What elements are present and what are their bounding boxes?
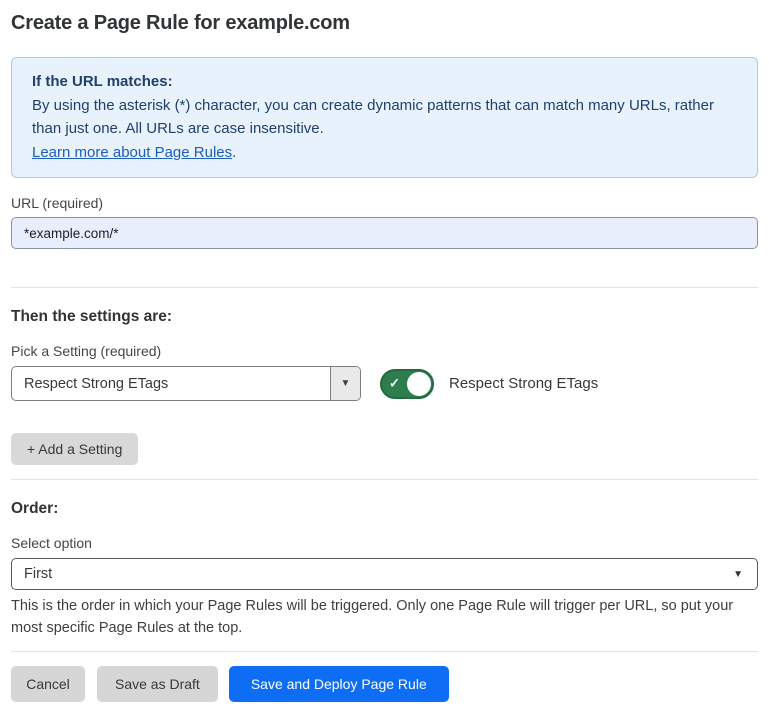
page-title: Create a Page Rule for example.com xyxy=(11,12,758,35)
order-section-heading: Order: xyxy=(11,500,758,518)
url-input[interactable] xyxy=(11,217,758,249)
toggle-knob xyxy=(407,372,431,396)
save-and-deploy-button[interactable]: Save and Deploy Page Rule xyxy=(229,666,449,702)
info-box-heading: If the URL matches: xyxy=(32,70,737,94)
cancel-button[interactable]: Cancel xyxy=(11,666,85,702)
learn-more-link[interactable]: Learn more about Page Rules xyxy=(32,144,232,161)
setting-select-value: Respect Strong ETags xyxy=(12,367,330,400)
setting-select-arrow-button[interactable]: ▼ xyxy=(330,367,360,400)
setting-select[interactable]: Respect Strong ETags ▼ xyxy=(11,366,361,401)
setting-picker-label: Pick a Setting (required) xyxy=(11,343,758,359)
add-setting-button[interactable]: + Add a Setting xyxy=(11,433,138,465)
save-as-draft-button[interactable]: Save as Draft xyxy=(97,666,218,702)
info-box-link-line: Learn more about Page Rules. xyxy=(32,141,737,165)
divider xyxy=(11,479,758,480)
order-select-label: Select option xyxy=(11,535,758,551)
check-icon: ✓ xyxy=(389,375,400,391)
link-period: . xyxy=(232,144,236,161)
order-select-value: First xyxy=(24,566,733,582)
footer-actions: Cancel Save as Draft Save and Deploy Pag… xyxy=(11,666,758,702)
setting-toggle[interactable]: ✓ xyxy=(380,369,434,399)
chevron-down-icon: ▼ xyxy=(733,569,743,580)
chevron-down-icon: ▼ xyxy=(341,378,351,389)
page-rule-form: Create a Page Rule for example.com If th… xyxy=(0,12,769,702)
divider xyxy=(11,287,758,288)
divider xyxy=(11,651,758,652)
setting-toggle-label: Respect Strong ETags xyxy=(449,375,598,392)
url-field-label: URL (required) xyxy=(11,195,758,211)
setting-toggle-wrap: ✓ Respect Strong ETags xyxy=(380,369,598,399)
settings-section-heading: Then the settings are: xyxy=(11,308,758,326)
url-match-info-box: If the URL matches: By using the asteris… xyxy=(11,57,758,178)
order-select[interactable]: First ▼ xyxy=(11,558,758,590)
setting-row: Respect Strong ETags ▼ ✓ Respect Strong … xyxy=(11,366,758,401)
order-help-text: This is the order in which your Page Rul… xyxy=(11,596,751,639)
info-box-body: By using the asterisk (*) character, you… xyxy=(32,94,737,141)
